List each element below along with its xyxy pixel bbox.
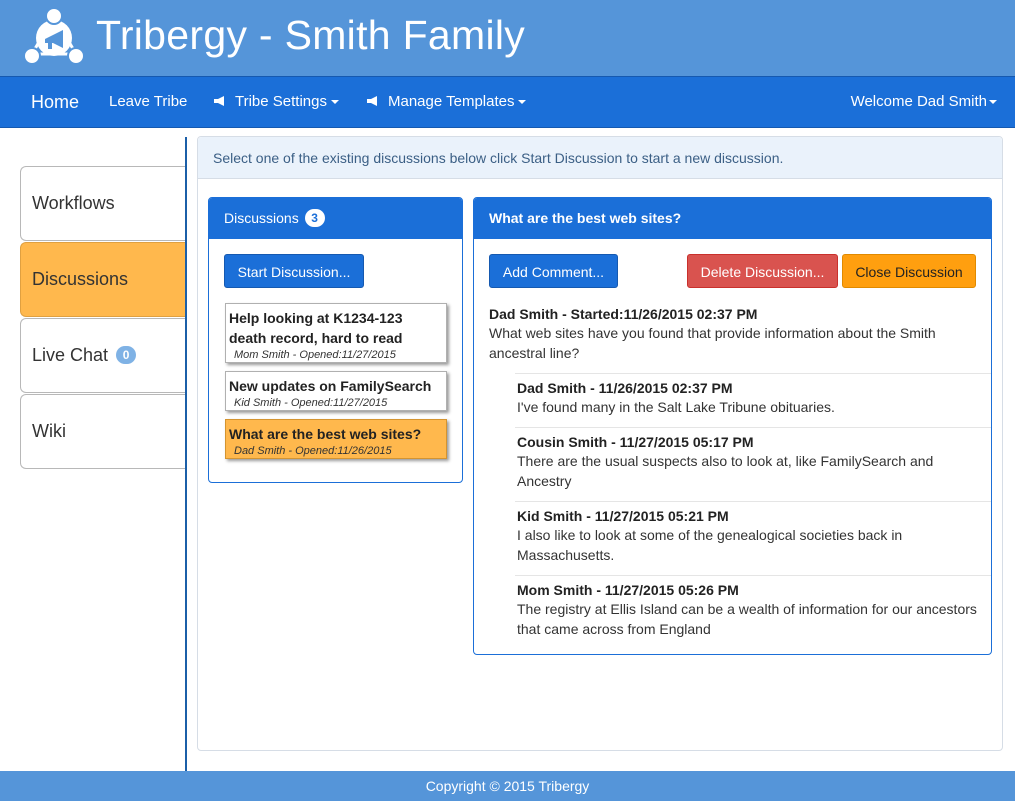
copyright-text: Copyright © 2015 Tribergy [425, 778, 590, 794]
info-message: Select one of the existing discussions b… [198, 137, 1002, 179]
nav-tribe-settings-label: Tribe Settings [235, 93, 327, 110]
reply-text: The registry at Ellis Island can be a we… [517, 601, 977, 637]
app-title: Tribergy - Smith Family [96, 12, 526, 58]
caret-down-icon [331, 100, 339, 105]
sidebar-item-live-chat[interactable]: Live Chat 0 [20, 318, 187, 393]
sidebar-item-label: Discussions [32, 269, 129, 289]
discussion-meta: Mom Smith - Opened:11/27/2015 [234, 349, 396, 361]
sidebar-item-discussions[interactable]: Discussions [20, 242, 187, 317]
thread-title: What are the best web sites? [474, 198, 991, 239]
discussions-panel: Discussions 3 Start Discussion... Help l… [208, 197, 463, 483]
user-menu[interactable]: Welcome Dad Smith [851, 77, 997, 127]
post-text: What web sites have you found that provi… [489, 325, 936, 361]
discussions-panel-header: Discussions 3 [209, 198, 462, 239]
reply-author: Cousin Smith - 11/27/2015 05:17 PM [517, 434, 754, 450]
discussion-title: Help looking at K1234-123 death record, … [229, 310, 403, 346]
reply-author: Mom Smith - 11/27/2015 05:26 PM [517, 582, 739, 598]
reply-divider [515, 575, 991, 576]
discussion-title: What are the best web sites? [229, 426, 422, 442]
nav-leave-tribe[interactable]: Leave Tribe [109, 77, 187, 127]
post-author: Dad Smith - Started:11/26/2015 02:37 PM [489, 306, 758, 322]
reply-author: Kid Smith - 11/27/2015 05:21 PM [517, 508, 729, 524]
caret-down-icon [989, 100, 997, 105]
main-navbar: Home Leave Tribe Tribe Settings Manage T… [0, 76, 1015, 128]
reply-text: I also like to look at some of the genea… [517, 527, 903, 563]
page-footer: Copyright © 2015 Tribergy [0, 771, 1015, 801]
megaphone-icon [214, 96, 224, 106]
megaphone-icon [367, 96, 377, 106]
close-discussion-button[interactable]: Close Discussion [842, 254, 976, 288]
discussion-list-item[interactable]: Help looking at K1234-123 death record, … [225, 303, 447, 363]
discussion-list-item[interactable]: New updates on FamilySearch Kid Smith - … [225, 371, 447, 411]
reply-text: There are the usual suspects also to loo… [517, 453, 934, 489]
nav-manage-templates-label: Manage Templates [388, 93, 515, 110]
nav-tribe-settings[interactable]: Tribe Settings [213, 77, 339, 127]
nav-home[interactable]: Home [31, 77, 79, 127]
user-menu-label: Welcome Dad Smith [850, 93, 987, 110]
reply-divider [515, 501, 991, 502]
app-header: Tribergy - Smith Family [0, 0, 1015, 76]
sidebar-divider [185, 137, 187, 771]
delete-discussion-button[interactable]: Delete Discussion... [687, 254, 838, 288]
nav-manage-templates[interactable]: Manage Templates [366, 77, 527, 127]
caret-down-icon [518, 100, 527, 105]
reply-divider [515, 427, 991, 428]
sidebar-item-label: Live Chat [32, 345, 109, 365]
tribe-logo-icon[interactable] [22, 6, 86, 70]
discussion-meta: Kid Smith - Opened:11/27/2015 [234, 397, 388, 409]
reply-text: I've found many in the Salt Lake Tribune… [517, 399, 835, 415]
live-chat-count-badge: 0 [116, 346, 137, 364]
add-comment-button[interactable]: Add Comment... [489, 254, 618, 288]
sidebar-item-wiki[interactable]: Wiki [20, 394, 187, 469]
start-discussion-button[interactable]: Start Discussion... [224, 254, 364, 288]
sidebar-item-workflows[interactable]: Workflows [20, 166, 187, 241]
reply-divider [515, 373, 991, 374]
discussions-heading: Discussions [224, 210, 299, 226]
reply-author: Dad Smith - 11/26/2015 02:37 PM [517, 380, 733, 396]
discussions-count-badge: 3 [304, 209, 325, 227]
sidebar-item-label: Workflows [32, 193, 115, 213]
discussion-title: New updates on FamilySearch [229, 378, 432, 394]
discussion-list-item-selected[interactable]: What are the best web sites? Dad Smith -… [225, 419, 447, 459]
discussion-meta: Dad Smith - Opened:11/26/2015 [234, 445, 392, 457]
sidebar-item-label: Wiki [32, 421, 66, 441]
